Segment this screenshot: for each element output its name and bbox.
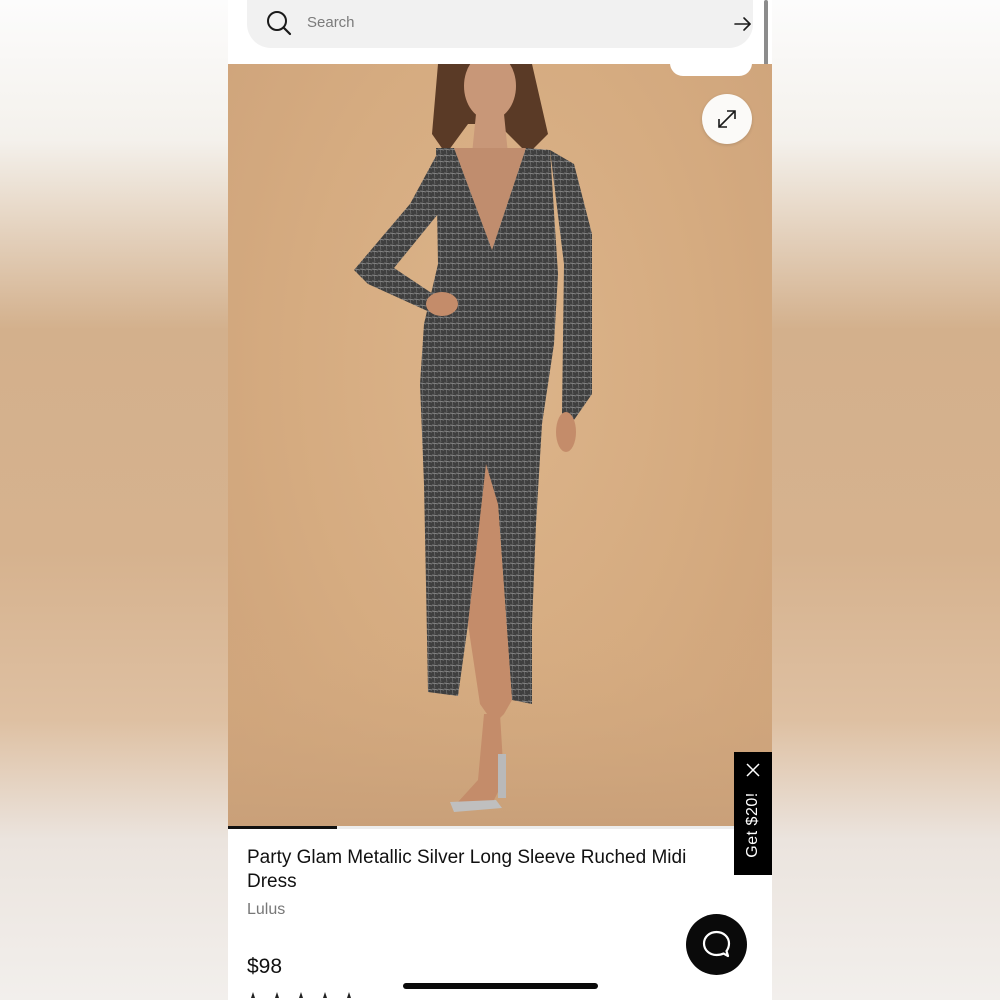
image-carousel-progress bbox=[228, 826, 772, 829]
carousel-progress-fill bbox=[228, 826, 337, 829]
close-icon[interactable] bbox=[746, 763, 760, 777]
chat-bubble-icon bbox=[702, 930, 731, 958]
rating-stars bbox=[251, 992, 351, 998]
product-price: $98 bbox=[247, 955, 283, 978]
blurred-background-right bbox=[772, 0, 1000, 1000]
expand-arrows-icon bbox=[718, 110, 736, 128]
chat-button[interactable] bbox=[686, 914, 747, 975]
search-icon bbox=[267, 11, 292, 36]
expand-image-button[interactable] bbox=[702, 94, 752, 144]
top-pill-button[interactable] bbox=[670, 64, 752, 76]
product-page: Search Party Glam Metallic Silver Long S… bbox=[228, 0, 772, 1000]
home-indicator[interactable] bbox=[403, 983, 598, 989]
blurred-background-left bbox=[0, 0, 228, 1000]
model-photo bbox=[228, 64, 772, 826]
arrow-right-icon[interactable] bbox=[733, 14, 753, 34]
promo-tab[interactable]: Get $20! bbox=[734, 752, 772, 875]
brand-link[interactable]: Lulus bbox=[247, 901, 285, 919]
product-title: Party Glam Metallic Silver Long Sleeve R… bbox=[247, 847, 687, 892]
product-image[interactable] bbox=[228, 64, 772, 826]
search-bar[interactable]: Search bbox=[247, 0, 753, 48]
search-input[interactable]: Search bbox=[307, 14, 355, 31]
promo-label[interactable]: Get $20! bbox=[744, 776, 762, 874]
